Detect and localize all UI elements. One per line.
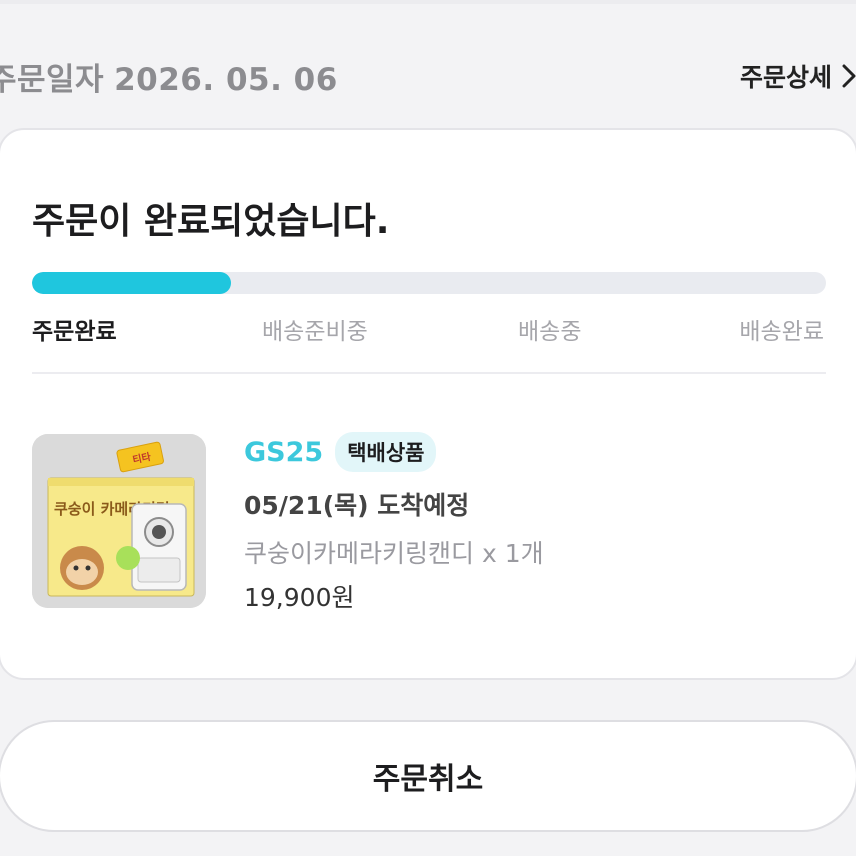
- order-status-card: 주문이 완료되었습니다. 주문완료 배송준비중 배송중 배송완료 티타 쿠숭이 …: [0, 128, 856, 680]
- order-detail-label: 주문상세: [739, 63, 832, 92]
- progress-fill: [32, 272, 231, 294]
- step-in-transit: 배송중: [518, 319, 582, 345]
- cancel-order-button[interactable]: 주문취소: [0, 720, 856, 832]
- order-detail-link[interactable]: 주문상세: [740, 58, 856, 94]
- top-strip: [0, 0, 856, 4]
- step-delivered: 배송완료: [739, 319, 824, 345]
- chevron-right-icon: [842, 64, 856, 88]
- product-price: 19,900원: [244, 583, 355, 612]
- divider: [32, 372, 826, 374]
- product-image-graphic: 티타 쿠숭이 카메라키링: [32, 434, 206, 608]
- store-name: GS25: [244, 436, 324, 468]
- shipping-type-badge: 택배상품: [335, 432, 437, 472]
- product-image[interactable]: 티타 쿠숭이 카메라키링: [32, 434, 206, 608]
- step-preparing-shipment: 배송준비중: [262, 319, 368, 345]
- order-header: 주문일자 2026. 05. 06 주문상세: [0, 48, 856, 104]
- order-date-label: 주문일자: [0, 62, 105, 98]
- progress-bar: [32, 272, 826, 294]
- product-name[interactable]: 쿠숭이카메라키링캔디 x 1개: [244, 534, 544, 570]
- status-title: 주문이 완료되었습니다.: [32, 201, 390, 242]
- order-date: 주문일자 2026. 05. 06: [0, 54, 338, 99]
- store-row: GS25 택배상품: [244, 432, 437, 472]
- arrival-date: 05/21(목) 도착예정: [244, 491, 470, 520]
- cancel-order-label: 주문취소: [372, 762, 484, 797]
- step-order-complete: 주문완료: [32, 319, 117, 345]
- order-date-value: 2026. 05. 06: [114, 62, 338, 98]
